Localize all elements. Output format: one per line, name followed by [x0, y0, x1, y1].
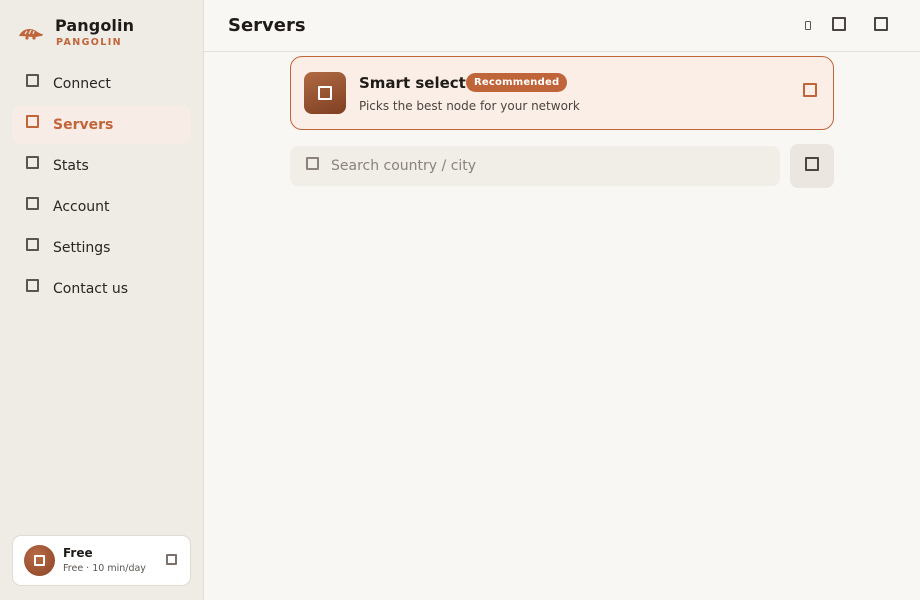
- servers-icon: [26, 114, 39, 128]
- plan-title: Free: [63, 546, 93, 560]
- smart-select-subtitle: Picks the best node for your network: [359, 99, 580, 113]
- stats-icon: [26, 155, 39, 169]
- recommended-badge: Recommended: [466, 73, 568, 92]
- contact-icon: [26, 278, 39, 292]
- sidebar-item-account[interactable]: Account: [12, 188, 191, 226]
- plan-icon: [34, 555, 45, 566]
- brand-name: Pangolin: [55, 15, 135, 35]
- filter-icon: [805, 157, 819, 171]
- sidebar-item-label: Contact us: [53, 281, 129, 297]
- sidebar-item-label: Settings: [53, 240, 111, 256]
- account-icon: [26, 196, 39, 210]
- sidebar: Pangolin PANGOLIN Connect Servers Stats …: [0, 0, 204, 600]
- header-action-icon[interactable]: [832, 17, 846, 31]
- pangolin-logo-icon: [19, 28, 43, 40]
- sidebar-item-label: Servers: [53, 117, 114, 133]
- brand: Pangolin PANGOLIN: [18, 14, 134, 50]
- smart-select-glyph-icon: [318, 86, 332, 100]
- status-indicator-icon: [805, 21, 811, 30]
- smart-select-icon: [304, 72, 346, 114]
- selected-check-icon[interactable]: [803, 83, 817, 97]
- sidebar-item-contact-us[interactable]: Contact us: [12, 270, 191, 308]
- plan-card[interactable]: Free Free · 10 min/day: [12, 535, 191, 586]
- sidebar-item-servers[interactable]: Servers: [12, 106, 191, 144]
- sidebar-item-label: Connect: [53, 76, 111, 92]
- filter-button[interactable]: [790, 144, 834, 188]
- sidebar-item-connect[interactable]: Connect: [12, 65, 191, 103]
- plan-action-icon[interactable]: [166, 554, 177, 565]
- sidebar-nav: Connect Servers Stats Account Settings C…: [12, 65, 191, 311]
- smart-select-title: Smart select: [359, 74, 466, 92]
- page-title: Servers: [228, 15, 306, 36]
- plan-description: Free · 10 min/day: [63, 563, 146, 574]
- brand-subtitle: PANGOLIN: [56, 36, 123, 48]
- sidebar-item-stats[interactable]: Stats: [12, 147, 191, 185]
- search-input[interactable]: [328, 146, 768, 186]
- smart-select-card[interactable]: Smart select Recommended Picks the best …: [290, 56, 834, 130]
- sidebar-item-label: Stats: [53, 158, 89, 174]
- sidebar-item-settings[interactable]: Settings: [12, 229, 191, 267]
- search-box: [290, 146, 780, 186]
- sidebar-item-label: Account: [53, 199, 110, 215]
- connect-icon: [26, 73, 39, 87]
- search-icon: [306, 157, 319, 170]
- header-menu-icon[interactable]: [874, 17, 888, 31]
- settings-icon: [26, 237, 39, 251]
- header: Servers: [204, 0, 920, 52]
- avatar: [24, 545, 55, 576]
